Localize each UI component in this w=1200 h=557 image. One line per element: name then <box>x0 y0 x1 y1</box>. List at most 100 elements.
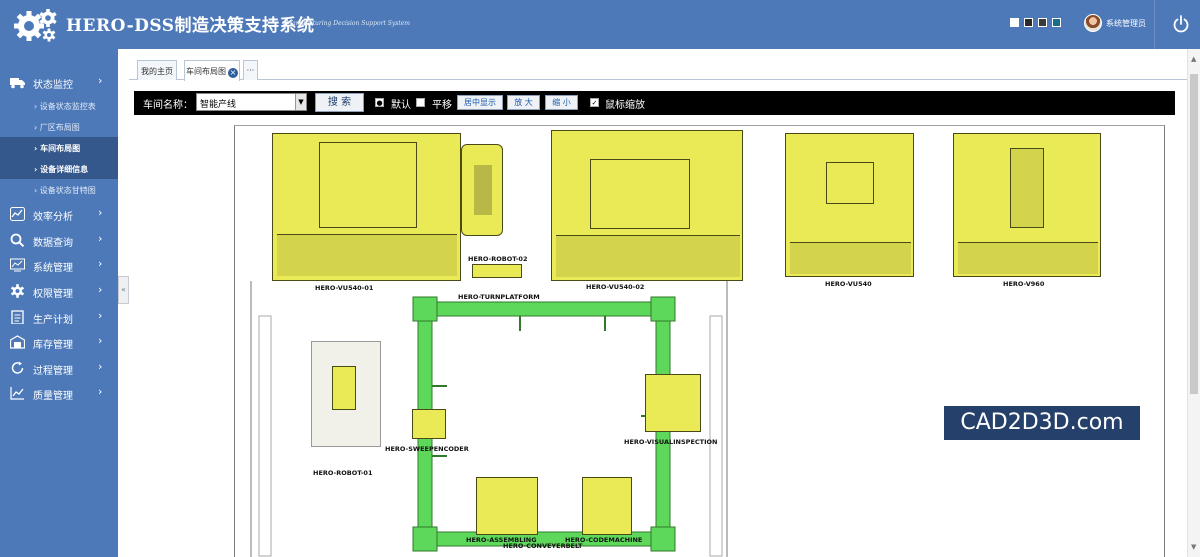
sidebar-item-data-query[interactable]: 数据查询 › <box>0 228 118 252</box>
machine-sweepencoder[interactable] <box>412 409 446 439</box>
zoom-in-button[interactable]: 放 大 <box>507 95 540 110</box>
sidebar-item-label: 数据查询 <box>33 238 73 249</box>
chevron-right-icon: › <box>98 232 103 245</box>
scroll-up-icon[interactable]: ▲ <box>1191 55 1196 63</box>
machine-turnplatform[interactable] <box>472 264 522 278</box>
scrollbar-thumb[interactable] <box>1190 74 1198 394</box>
sidebar-subitem-device-status-table[interactable]: › 设备状态监控表 <box>0 95 118 116</box>
gear-icon <box>10 284 25 298</box>
sidebar-item-label: 过程管理 <box>33 366 73 377</box>
theme-swatch-white[interactable] <box>1010 18 1019 27</box>
sidebar-item-label: 状态监控 <box>33 80 73 91</box>
layout-toolbar: 车间名称： 智能产线 ▼ 搜 索 ● 默认 平移 居中显示 放 大 缩 小 ✓ … <box>134 91 1175 115</box>
chevron-down-icon: ▼ <box>295 94 306 110</box>
sidebar-subitem-factory-layout[interactable]: › 厂区布局图 <box>0 116 118 137</box>
machine-vu540-01[interactable] <box>272 133 461 281</box>
sidebar-item-label: 权限管理 <box>33 289 73 300</box>
avatar[interactable] <box>1084 14 1102 32</box>
sidebar-subitem-workshop-layout[interactable]: › 车间布局图 <box>0 137 118 158</box>
workshop-layout-canvas[interactable]: HERO-VU540-01 HERO-ROBOT-02 HERO-TURNPLA… <box>234 125 1165 557</box>
chevron-right-icon: › <box>98 74 103 87</box>
sidebar-subitem-label: › 厂区布局图 <box>34 123 80 132</box>
pan-checkbox[interactable] <box>416 98 425 107</box>
sidebar-subitem-device-detail[interactable]: › 设备详细信息 <box>0 158 118 179</box>
machine-label: HERO-VISUALINSPECTION <box>624 438 718 446</box>
machine-robot-01[interactable] <box>311 341 381 447</box>
machine-visualinspection[interactable] <box>645 374 701 432</box>
pan-label: 平移 <box>432 100 452 111</box>
wheel-zoom-label: 鼠标缩放 <box>605 100 645 111</box>
tab-workshop-layout[interactable]: 车间布局图 × <box>184 60 240 81</box>
app-subtitle: Manufacturing Decision Support System <box>286 20 410 27</box>
tab-bar: 我的主页 车间布局图 × ··· <box>129 49 1187 81</box>
app-header: HERO-DSS制造决策支持系统 Manufacturing Decision … <box>0 0 1200 49</box>
theme-switcher <box>1010 18 1061 27</box>
workshop-select[interactable]: 智能产线 ▼ <box>196 93 307 111</box>
machine-label: HERO-TURNPLATFORM <box>458 293 540 301</box>
line-chart-icon <box>10 387 24 400</box>
sidebar-item-status-monitor[interactable]: 状态监控 › <box>0 70 118 94</box>
tab-label: 车间布局图 <box>186 67 226 76</box>
machine-vu540-02[interactable] <box>551 130 743 281</box>
sidebar-item-label: 库存管理 <box>33 340 73 351</box>
theme-swatch-dark[interactable] <box>1038 18 1047 27</box>
center-button[interactable]: 居中显示 <box>457 95 503 110</box>
chevron-right-icon: › <box>98 283 103 296</box>
sidebar-subitem-label: › 设备状态甘特图 <box>34 186 96 195</box>
tab-label: 我的主页 <box>141 67 173 76</box>
main-content: 我的主页 车间布局图 × ··· 车间名称： 智能产线 ▼ 搜 索 ● 默认 平移… <box>129 49 1200 557</box>
sidebar-subitem-label: › 设备详细信息 <box>34 165 89 174</box>
sidebar-subitem-device-gantt[interactable]: › 设备状态甘特图 <box>0 179 118 200</box>
power-icon[interactable] <box>1171 14 1191 34</box>
theme-swatch-black[interactable] <box>1024 18 1033 27</box>
close-icon[interactable]: × <box>228 68 238 78</box>
machine-label: HERO-ROBOT-01 <box>313 469 373 477</box>
chevron-right-icon: › <box>98 206 103 219</box>
sidebar: 状态监控 › › 设备状态监控表 › 厂区布局图 › 车间布局图 › 设备详细信… <box>0 49 118 557</box>
cycle-icon <box>11 361 24 374</box>
machine-label: HERO-VU540 <box>825 280 872 288</box>
truck-icon <box>10 78 25 89</box>
app-title: HERO-DSS制造决策支持系统 <box>66 16 315 36</box>
sidebar-item-label: 系统管理 <box>33 263 73 274</box>
chevron-right-icon: › <box>98 334 103 347</box>
machine-label: HERO-CODEMACHINE <box>565 536 643 544</box>
workshop-label: 车间名称： <box>143 100 193 111</box>
search-icon <box>10 233 25 247</box>
chevron-right-icon: › <box>98 257 103 270</box>
sidebar-item-quality[interactable]: 质量管理 › <box>0 381 118 405</box>
machine-assembling[interactable] <box>476 477 538 535</box>
machine-robot-02[interactable] <box>461 144 503 236</box>
sidebar-item-label: 生产计划 <box>33 315 73 326</box>
scroll-down-icon[interactable]: ▼ <box>1191 543 1196 551</box>
zoom-out-button[interactable]: 缩 小 <box>545 95 578 110</box>
default-checkbox[interactable]: ● <box>375 98 384 107</box>
sidebar-item-production-plan[interactable]: 生产计划 › <box>0 305 118 329</box>
user-name[interactable]: 系统管理员 <box>1106 18 1146 29</box>
machine-codemachine[interactable] <box>582 477 632 535</box>
sidebar-subitem-label: › 设备状态监控表 <box>34 102 96 111</box>
sidebar-item-system-admin[interactable]: 系统管理 › <box>0 253 118 277</box>
sidebar-subitem-label: › 车间布局图 <box>34 144 81 153</box>
tab-label: ··· <box>246 66 255 75</box>
clipboard-icon <box>11 310 24 324</box>
machine-label: HERO-V960 <box>1003 280 1045 288</box>
machine-label: HERO-ROBOT-02 <box>468 255 528 263</box>
sidebar-item-permissions[interactable]: 权限管理 › <box>0 279 118 303</box>
tab-home[interactable]: 我的主页 <box>137 60 177 80</box>
sidebar-collapse-button[interactable]: « <box>118 276 129 304</box>
default-label: 默认 <box>391 100 411 111</box>
sidebar-item-efficiency[interactable]: 效率分析 › <box>0 202 118 226</box>
machine-v960[interactable] <box>953 133 1101 277</box>
search-button[interactable]: 搜 索 <box>315 93 364 112</box>
tab-more[interactable]: ··· <box>243 60 258 80</box>
machine-vu540[interactable] <box>785 133 914 277</box>
theme-swatch-teal[interactable] <box>1052 18 1061 27</box>
chevron-right-icon: › <box>98 385 103 398</box>
warehouse-icon <box>10 335 25 349</box>
wheel-zoom-checkbox[interactable]: ✓ <box>590 98 599 107</box>
workshop-select-value: 智能产线 <box>200 100 237 110</box>
sidebar-item-inventory[interactable]: 库存管理 › <box>0 330 118 354</box>
sidebar-item-process[interactable]: 过程管理 › <box>0 356 118 380</box>
vertical-scrollbar[interactable]: ▲ ▼ <box>1187 49 1200 557</box>
